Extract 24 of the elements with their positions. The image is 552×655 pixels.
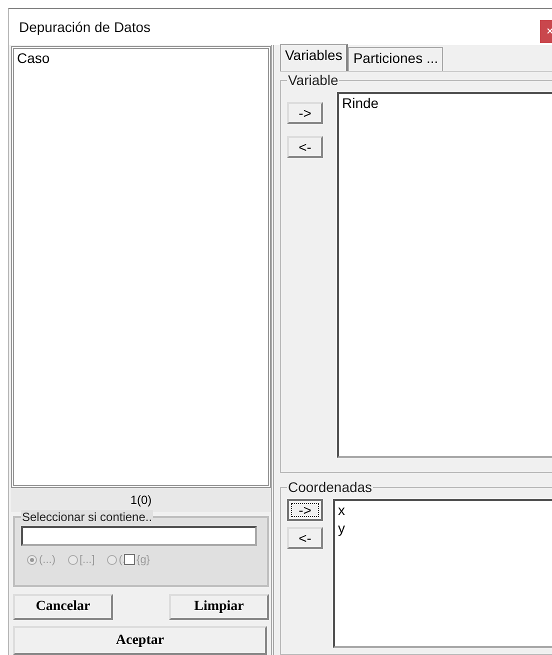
close-icon [546,27,552,35]
action-button[interactable]: Cancelar [13,594,113,620]
add-button[interactable]: -> [287,499,323,521]
add-button[interactable]: -> [287,102,323,124]
action-button[interactable]: Limpiar [169,594,269,620]
window-title: Depuración de Datos [18,19,151,35]
remove-button[interactable]: <- [287,136,323,158]
list-item[interactable]: Rinde [339,94,552,112]
tab[interactable]: Particiones ... [348,47,444,71]
input-field[interactable] [21,526,257,546]
list-item[interactable]: x [335,501,552,519]
action-button[interactable]: Aceptar [13,626,267,655]
variable-list[interactable]: Caso [11,46,271,488]
close-button[interactable] [540,20,552,42]
variable-list[interactable]: x y [333,499,552,648]
group-label: Coordenadas [287,479,374,495]
variable-list[interactable]: Rinde [337,92,552,458]
list-item[interactable]: Caso [14,49,268,67]
remove-button[interactable]: <- [287,527,323,549]
list-item[interactable]: y [335,519,552,537]
item-count: 1(0) [11,488,271,512]
group-label: Seleccionar si contiene.. [21,510,154,524]
group-label: Variable [287,72,340,88]
tab[interactable]: Variables [280,44,348,71]
